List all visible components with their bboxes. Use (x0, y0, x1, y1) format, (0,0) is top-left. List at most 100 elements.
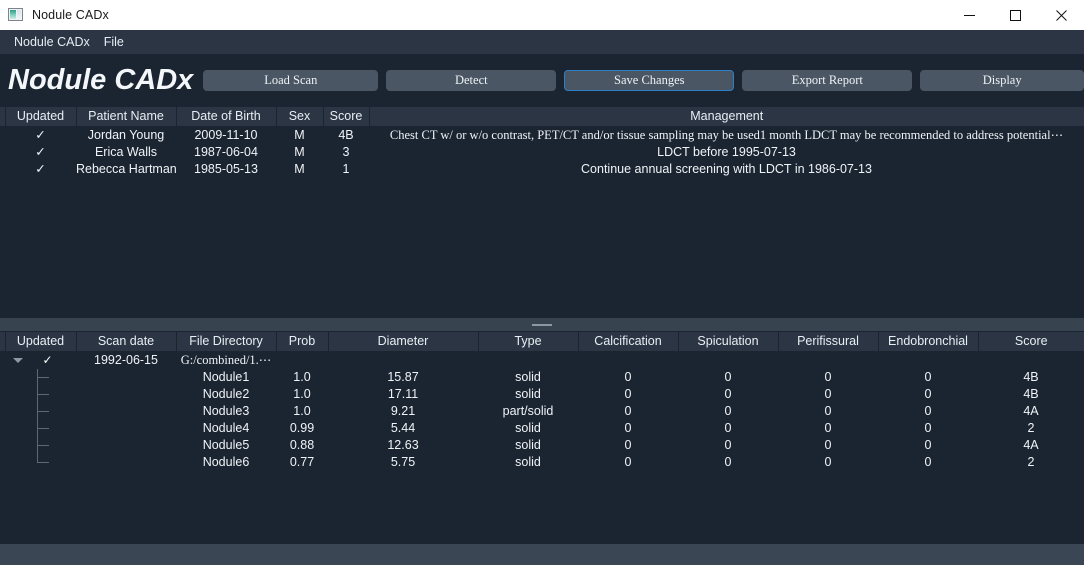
column-header-management[interactable]: Management (369, 107, 1084, 127)
cell-type[interactable]: part/solid (478, 403, 578, 420)
cell-date-of-birth[interactable]: 1987-06-04 (176, 144, 276, 161)
menu-item-nodule-cadx[interactable]: Nodule CADx (8, 33, 96, 51)
table-row[interactable]: Nodule1 1.0 15.87 solid 0 0 0 0 4B (0, 369, 1084, 386)
cell-calcification[interactable]: 0 (578, 386, 678, 403)
cell-score[interactable]: 1 (323, 161, 369, 178)
table-row[interactable]: ✓ Erica Walls 1987-06-04 M 3 LDCT before… (0, 144, 1084, 161)
column-header-endobronchial[interactable]: Endobronchial (878, 332, 979, 352)
cell-type[interactable]: solid (478, 386, 578, 403)
maximize-icon[interactable] (992, 0, 1038, 30)
cell-management[interactable]: Chest CT w/ or w/o contrast, PET/CT and/… (369, 126, 1084, 144)
cell-score[interactable]: 3 (323, 144, 369, 161)
display-button[interactable]: Display (920, 70, 1084, 91)
cell-diameter[interactable]: 5.75 (328, 454, 478, 471)
column-header-updated[interactable]: Updated (5, 332, 77, 352)
cell-prob[interactable]: 1.0 (276, 403, 328, 420)
cell-spiculation[interactable]: 0 (678, 437, 778, 454)
panel-splitter[interactable] (0, 317, 1084, 332)
cell-prob[interactable]: 1.0 (276, 386, 328, 403)
cell-scan-date[interactable]: 1992-06-15 (76, 351, 176, 369)
detect-button[interactable]: Detect (386, 70, 557, 91)
cell-nodule-name[interactable]: Nodule5 (176, 437, 276, 454)
column-header-patient-name[interactable]: Patient Name (76, 107, 177, 127)
cell-prob[interactable]: 0.77 (276, 454, 328, 471)
cell-calcification[interactable]: 0 (578, 437, 678, 454)
cell-management[interactable]: LDCT before 1995-07-13 (369, 144, 1084, 161)
column-header-date-of-birth[interactable]: Date of Birth (176, 107, 277, 127)
cell-calcification[interactable]: 0 (578, 420, 678, 437)
column-header-type[interactable]: Type (478, 332, 579, 352)
cell-spiculation[interactable]: 0 (678, 369, 778, 386)
cell-sex[interactable]: M (276, 161, 323, 178)
cell-endobronchial[interactable]: 0 (878, 437, 978, 454)
cell-management[interactable]: Continue annual screening with LDCT in 1… (369, 161, 1084, 178)
cell-score[interactable]: 4B (978, 386, 1084, 403)
cell-endobronchial[interactable]: 0 (878, 369, 978, 386)
cell-perifissural[interactable]: 0 (778, 437, 878, 454)
cell-perifissural[interactable]: 0 (778, 369, 878, 386)
column-header-diameter[interactable]: Diameter (328, 332, 479, 352)
cell-endobronchial[interactable]: 0 (878, 403, 978, 420)
cell-patient-name[interactable]: Rebecca Hartman (76, 161, 176, 178)
cell-spiculation[interactable]: 0 (678, 386, 778, 403)
cell-calcification[interactable]: 0 (578, 454, 678, 471)
cell-spiculation[interactable]: 0 (678, 454, 778, 471)
cell-endobronchial[interactable]: 0 (878, 454, 978, 471)
export-report-button[interactable]: Export Report (742, 70, 913, 91)
cell-prob[interactable]: 1.0 (276, 369, 328, 386)
cell-nodule-name[interactable]: Nodule4 (176, 420, 276, 437)
cell-score[interactable]: 4A (978, 403, 1084, 420)
chevron-down-icon[interactable] (13, 358, 23, 363)
cell-updated[interactable]: ✓ (5, 144, 76, 161)
cell-type[interactable]: solid (478, 437, 578, 454)
cell-spiculation[interactable]: 0 (678, 420, 778, 437)
column-header-prob[interactable]: Prob (276, 332, 329, 352)
save-changes-button[interactable]: Save Changes (564, 70, 735, 91)
scan-row[interactable]: ✓ 1992-06-15 G:/combined/1.⋯ (0, 351, 1084, 369)
column-header-sex[interactable]: Sex (276, 107, 324, 127)
column-header-updated[interactable]: Updated (5, 107, 77, 127)
cell-sex[interactable]: M (276, 144, 323, 161)
cell-type[interactable]: solid (478, 420, 578, 437)
column-header-spiculation[interactable]: Spiculation (678, 332, 779, 352)
cell-type[interactable]: solid (478, 369, 578, 386)
column-header-file-directory[interactable]: File Directory (176, 332, 277, 352)
cell-diameter[interactable]: 9.21 (328, 403, 478, 420)
cell-type[interactable]: solid (478, 454, 578, 471)
cell-spiculation[interactable]: 0 (678, 403, 778, 420)
menu-item-file[interactable]: File (98, 33, 130, 51)
cell-diameter[interactable]: 17.11 (328, 386, 478, 403)
load-scan-button[interactable]: Load Scan (203, 70, 379, 91)
cell-updated[interactable]: ✓ (5, 161, 76, 178)
cell-score[interactable]: 4B (978, 369, 1084, 386)
cell-score[interactable]: 2 (978, 454, 1084, 471)
cell-perifissural[interactable]: 0 (778, 386, 878, 403)
table-row[interactable]: Nodule2 1.0 17.11 solid 0 0 0 0 4B (0, 386, 1084, 403)
cell-file-directory[interactable]: G:/combined/1.⋯ (176, 351, 276, 369)
table-row[interactable]: Nodule6 0.77 5.75 solid 0 0 0 0 2 (0, 454, 1084, 471)
table-row[interactable]: Nodule4 0.99 5.44 solid 0 0 0 0 2 (0, 420, 1084, 437)
cell-perifissural[interactable]: 0 (778, 403, 878, 420)
cell-nodule-name[interactable]: Nodule3 (176, 403, 276, 420)
column-header-score[interactable]: Score (978, 332, 1084, 352)
cell-date-of-birth[interactable]: 2009-11-10 (176, 126, 276, 144)
column-header-calcification[interactable]: Calcification (578, 332, 679, 352)
column-header-perifissural[interactable]: Perifissural (778, 332, 879, 352)
cell-prob[interactable]: 0.99 (276, 420, 328, 437)
cell-patient-name[interactable]: Jordan Young (76, 126, 176, 144)
cell-perifissural[interactable]: 0 (778, 420, 878, 437)
cell-date-of-birth[interactable]: 1985-05-13 (176, 161, 276, 178)
close-icon[interactable] (1038, 0, 1084, 30)
table-row[interactable]: Nodule5 0.88 12.63 solid 0 0 0 0 4A (0, 437, 1084, 454)
minimize-icon[interactable] (946, 0, 992, 30)
cell-updated[interactable]: ✓ (5, 126, 76, 144)
cell-endobronchial[interactable]: 0 (878, 386, 978, 403)
cell-nodule-name[interactable]: Nodule6 (176, 454, 276, 471)
cell-sex[interactable]: M (276, 126, 323, 144)
cell-diameter[interactable]: 12.63 (328, 437, 478, 454)
column-header-scan-date[interactable]: Scan date (76, 332, 177, 352)
cell-calcification[interactable]: 0 (578, 403, 678, 420)
cell-score[interactable]: 2 (978, 420, 1084, 437)
cell-diameter[interactable]: 5.44 (328, 420, 478, 437)
table-row[interactable]: ✓ Rebecca Hartman 1985-05-13 M 1 Continu… (0, 161, 1084, 178)
